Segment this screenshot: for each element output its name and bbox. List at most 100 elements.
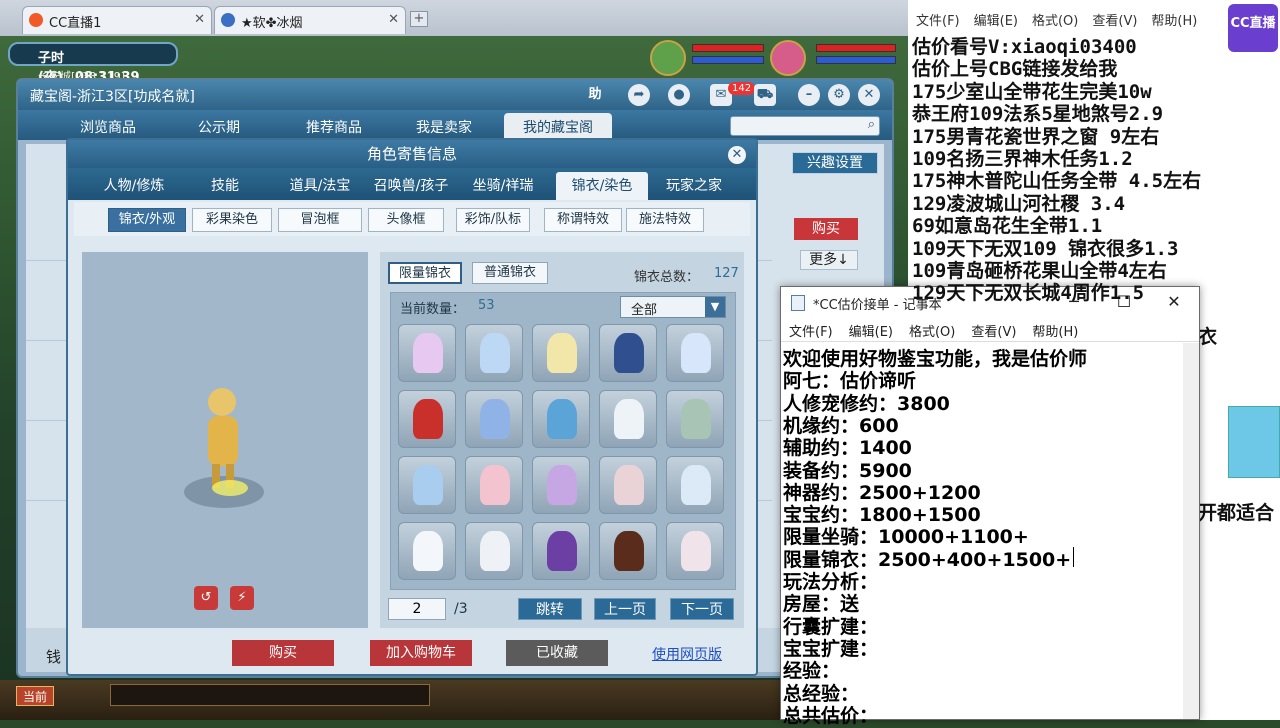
menu-view[interactable]: 查看(V) [1092,14,1137,29]
tab-home[interactable]: 玩家之家 [652,172,736,200]
chevron-down-icon[interactable]: ▼ [705,297,725,317]
favorited-button[interactable]: 已收藏 [506,640,608,666]
close-icon[interactable]: ✕ [858,84,880,106]
outfit-item-cell[interactable] [398,456,456,514]
menu-help[interactable]: 帮助(H) [1151,14,1197,29]
web-version-link[interactable]: 使用网页版 [652,644,722,664]
tab-recommend[interactable]: 推荐商品 [284,113,384,140]
menu-format[interactable]: 格式(O) [1032,14,1078,29]
outfit-item-cell[interactable] [398,324,456,382]
cart-icon[interactable]: ⛟ [754,84,776,106]
outfit-item-cell[interactable] [465,324,523,382]
game-clock: 子时(夜)08:31:39 [8,42,178,85]
mp-bar [692,56,764,64]
subtab-bubble[interactable]: 冒泡框 [278,208,362,232]
page-input[interactable]: 2 [388,598,446,620]
cbg-title-bar: 藏宝阁-浙江3区[功成名就] 助 ➦ ● ✉ 142 ⛟ – ⚙ ✕ [18,80,892,110]
add-to-cart-button[interactable]: 加入购物车 [370,640,472,666]
minimize-icon[interactable]: – [798,84,820,106]
menu-view[interactable]: 查看(V) [971,325,1016,340]
notes-overflow-text: 开都适合 [1198,502,1275,524]
next-page-button[interactable]: 下一页 [670,598,734,620]
list-buy-button[interactable]: 购买 [794,218,858,240]
tab-mounts[interactable]: 坐骑/祥瑞 [462,172,544,200]
menu-file[interactable]: 文件(F) [789,325,833,340]
player-avatar[interactable] [770,40,806,76]
outfit-item-cell[interactable] [666,456,724,514]
vertical-scrollbar[interactable] [1183,343,1199,719]
pet-avatar[interactable] [650,40,686,76]
chat-input[interactable] [110,684,430,706]
more-button[interactable]: 更多↓ [800,250,858,270]
tab-browse[interactable]: 浏览商品 [58,113,158,140]
cbg-title: 藏宝阁-浙江3区[功成名就] [30,89,195,105]
outfit-item-cell[interactable] [465,522,523,580]
notepad-menu-bar: 文件(F) 编辑(E) 格式(O) 查看(V) 帮助(H) [781,319,1199,341]
close-icon[interactable]: ✕ [388,12,399,27]
new-tab-button[interactable]: + [410,11,428,27]
menu-help[interactable]: 帮助(H) [1032,325,1078,340]
rotate-icon[interactable]: ↺ [194,586,218,610]
sub-tab-bar: 锦衣/外观 彩果染色 冒泡框 头像框 彩饰/队标 称谓特效 施法特效 [74,202,750,236]
tab-seller[interactable]: 我是卖家 [394,113,494,140]
tab-outfits[interactable]: 锦衣/染色 [556,172,648,200]
share-icon[interactable]: ➦ [628,84,650,106]
buy-button[interactable]: 购买 [232,640,334,666]
menu-file[interactable]: 文件(F) [916,14,960,29]
outfit-item-cell[interactable] [465,456,523,514]
browser-tab-game[interactable]: ★软✤冰烟 ✕ [214,6,406,34]
record-icon[interactable]: ● [668,84,690,106]
tab-public[interactable]: 公示期 [174,113,264,140]
browser-tab-cc[interactable]: CC直播1 ✕ [22,6,212,34]
outfit-item-cell[interactable] [532,390,590,448]
outfit-item-cell[interactable] [532,324,590,382]
outfit-item-cell[interactable] [465,390,523,448]
gear-icon[interactable]: ⚙ [828,84,850,106]
subtab-avatar-frame[interactable]: 头像框 [368,208,444,232]
outfit-total-value: 127 [714,266,739,281]
subtab-decor[interactable]: 彩饰/队标 [456,208,530,232]
close-icon[interactable]: ✕ [194,12,205,27]
subtab-cast-effect[interactable]: 施法特效 [626,208,704,232]
current-count-value: 53 [478,298,495,313]
prev-page-button[interactable]: 上一页 [594,598,656,620]
subtab-title-effect[interactable]: 称谓特效 [544,208,622,232]
interest-settings-button[interactable]: 兴趣设置 [792,152,878,174]
tab-limited-outfit[interactable]: 限量锦衣 [388,262,462,284]
outfit-item-cell[interactable] [398,522,456,580]
outfit-item-cell[interactable] [599,522,657,580]
category-select[interactable]: 全部 ▼ [620,296,726,318]
notepad-text-area[interactable]: 欢迎使用好物鉴宝功能，我是估价师 阿七：估价谛听 人修宠修约：3800 机缘约：600… [781,341,1199,727]
tab-character[interactable]: 人物/修炼 [90,172,178,200]
menu-edit[interactable]: 编辑(E) [849,325,893,340]
tab-skills[interactable]: 技能 [184,172,266,200]
outfit-item-cell[interactable] [666,390,724,448]
outfit-item-cell[interactable] [398,390,456,448]
outfit-item-cell[interactable] [532,456,590,514]
menu-edit[interactable]: 编辑(E) [974,14,1018,29]
notepad-window: *CC估价接单 - 记事本 ─ ☐ ✕ 文件(F) 编辑(E) 格式(O) 查看(V)… [780,286,1200,727]
jump-button[interactable]: 跳转 [518,598,582,620]
close-icon[interactable]: ✕ [728,146,746,164]
player-mp-bar [816,56,896,64]
outfit-item-cell[interactable] [599,390,657,448]
cc-live-icon [29,13,43,27]
subtab-dye[interactable]: 彩果染色 [192,208,272,232]
tab-my-cbg[interactable]: 我的藏宝阁 [504,113,612,140]
tab-items[interactable]: 道具/法宝 [276,172,364,200]
outfit-item-cell[interactable] [666,324,724,382]
help-button[interactable]: 助 [584,84,606,106]
menu-format[interactable]: 格式(O) [909,325,955,340]
tab-pets[interactable]: 召唤兽/孩子 [368,172,454,200]
outfit-item-cell[interactable] [599,456,657,514]
current-channel-button[interactable]: 当前 [16,686,54,706]
close-icon[interactable]: ✕ [1151,289,1197,315]
tab-normal-outfit[interactable]: 普通锦衣 [472,262,548,284]
search-input[interactable]: ⌕ [730,116,880,136]
outfit-item-cell[interactable] [666,522,724,580]
search-icon[interactable]: ⌕ [868,117,875,132]
action-icon[interactable]: ⚡ [230,586,254,610]
outfit-item-cell[interactable] [532,522,590,580]
subtab-outfit[interactable]: 锦衣/外观 [108,208,186,232]
outfit-item-cell[interactable] [599,324,657,382]
